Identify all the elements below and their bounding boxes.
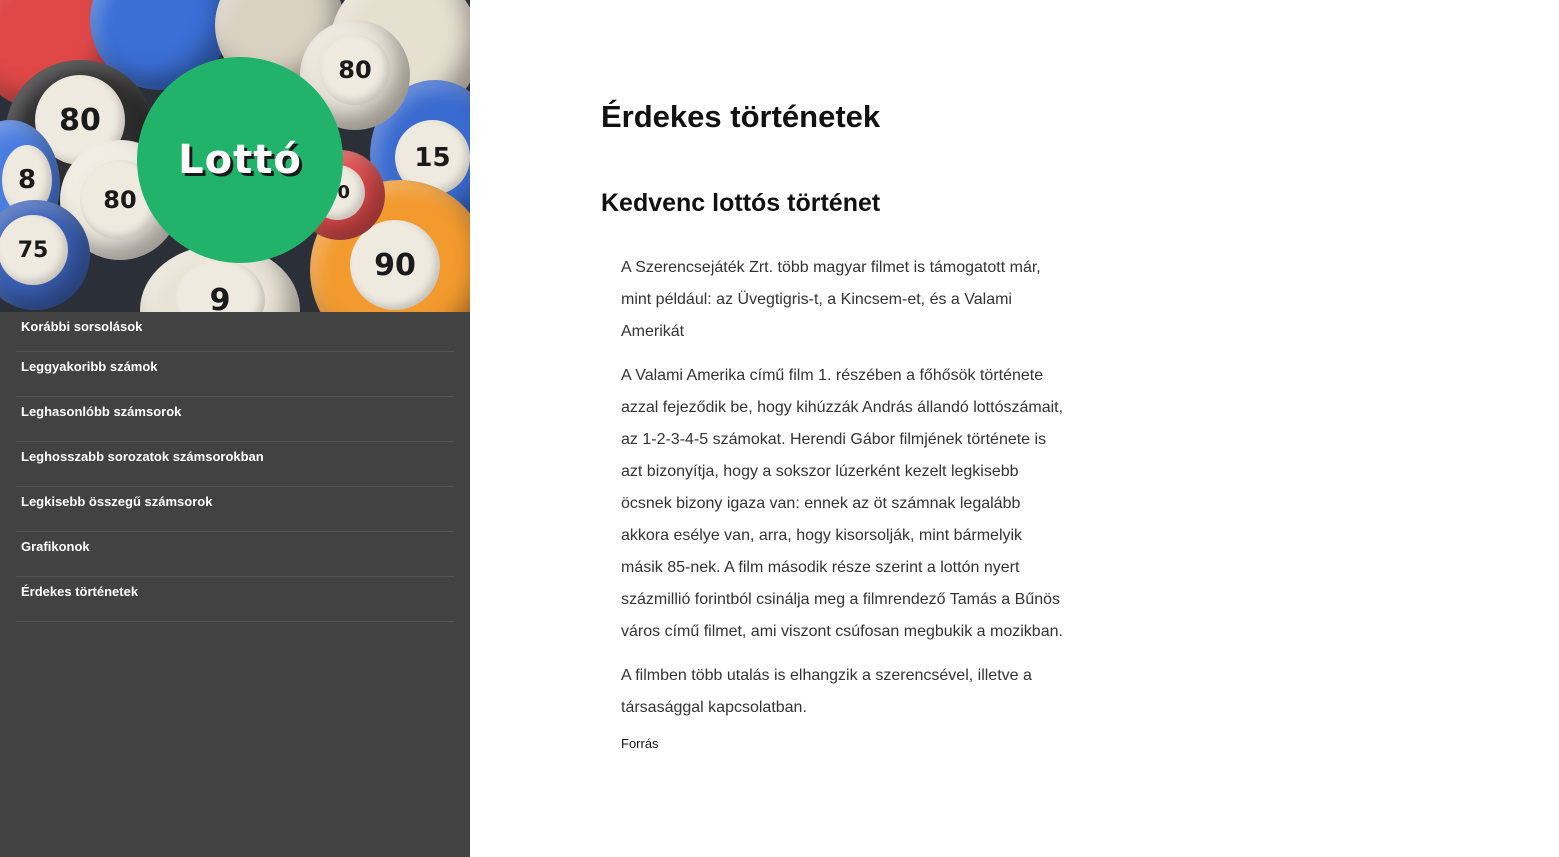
sidebar: 80 8 80 75 9 15 80 90 20 Lottó Korábbi s	[0, 0, 470, 857]
sidebar-item-longest-runs[interactable]: Leghosszabb sorozatok számsorokban	[16, 442, 454, 487]
story-paragraph: A filmben több utalás is elhangzik a sze…	[621, 667, 1032, 716]
sidebar-item-charts[interactable]: Grafikonok	[16, 532, 454, 577]
ball-number: 80	[320, 35, 390, 105]
story-paragraph: A Valami Amerika című film 1. részében a…	[621, 367, 1064, 640]
logo[interactable]: Lottó	[137, 57, 343, 263]
ball-number: 90	[350, 220, 440, 310]
ball-number: 75	[0, 215, 68, 285]
source-link[interactable]: Forrás	[621, 736, 1066, 751]
sidebar-item-most-frequent-numbers[interactable]: Leggyakoribb számok	[16, 352, 454, 397]
sidebar-nav: Korábbi sorsolások Leggyakoribb számok L…	[16, 312, 454, 622]
story-paragraph: A Szerencsejáték Zrt. több magyar filmet…	[621, 259, 1041, 340]
sidebar-item-smallest-sum-sequences[interactable]: Legkisebb összegű számsorok	[16, 487, 454, 532]
ball-number: 9	[175, 260, 265, 312]
hero-image: 80 8 80 75 9 15 80 90 20 Lottó	[0, 0, 470, 312]
sidebar-item-most-similar-sequences[interactable]: Leghasonlóbb számsorok	[16, 397, 454, 442]
page-title: Érdekes történetek	[601, 99, 881, 134]
story-article: A Szerencsejáték Zrt. több magyar filmet…	[621, 252, 1066, 751]
sidebar-item-interesting-stories[interactable]: Érdekes történetek	[16, 577, 454, 622]
logo-text: Lottó	[178, 137, 302, 183]
sidebar-item-previous-draws[interactable]: Korábbi sorsolások	[16, 312, 454, 352]
section-title: Kedvenc lottós történet	[601, 189, 881, 217]
